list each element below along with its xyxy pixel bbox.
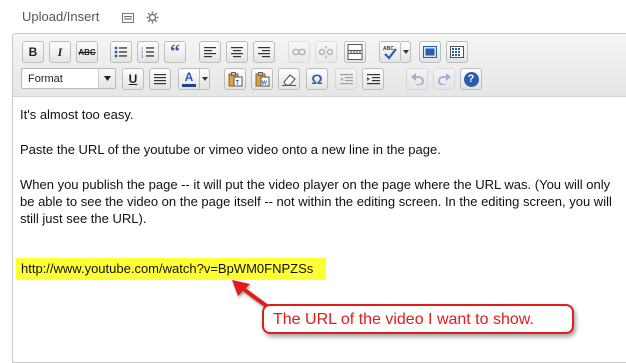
- numbered-list-icon: 123: [141, 46, 154, 59]
- format-select[interactable]: Format: [21, 68, 116, 89]
- svg-text:3: 3: [141, 54, 144, 59]
- paste-text-button[interactable]: T: [224, 68, 246, 90]
- help-button[interactable]: ?: [460, 68, 482, 90]
- help-icon: ?: [463, 71, 479, 87]
- outdent-button[interactable]: [335, 68, 357, 90]
- gear-icon[interactable]: [146, 11, 159, 24]
- align-right-button[interactable]: [253, 41, 275, 63]
- media-icon[interactable]: [122, 11, 134, 23]
- editor-content[interactable]: It's almost too easy. Paste the URL of t…: [20, 106, 620, 245]
- fullscreen-icon: [423, 46, 437, 58]
- paragraph-publish-note: When you publish the page -- it will put…: [20, 177, 612, 226]
- bullet-list-icon: [114, 46, 127, 58]
- svg-text:ABC: ABC: [383, 46, 394, 52]
- link-icon: [292, 48, 306, 56]
- callout-text: The URL of the video I want to show.: [273, 311, 534, 328]
- upload-insert-label: Upload/Insert: [22, 9, 100, 24]
- format-select-value: Format: [28, 73, 63, 85]
- align-center-icon: [231, 46, 243, 57]
- paragraph-instruction: Paste the URL of the youtube or vimeo vi…: [20, 142, 441, 157]
- kitchen-sink-icon: [450, 46, 464, 58]
- spellcheck-button[interactable]: ABC: [379, 41, 401, 63]
- justify-button[interactable]: [149, 68, 171, 90]
- bullet-list-button[interactable]: [110, 41, 132, 63]
- chevron-down-icon: [201, 77, 208, 81]
- chevron-down-icon: [402, 50, 409, 54]
- spellcheck-icon: ABC: [383, 46, 397, 60]
- redo-button[interactable]: [433, 68, 455, 90]
- indent-icon: [366, 73, 380, 84]
- paste-word-button[interactable]: W: [251, 68, 273, 90]
- outdent-icon: [339, 73, 353, 84]
- blockquote-button[interactable]: “: [164, 41, 186, 63]
- paste-word-icon: W: [255, 71, 269, 86]
- upload-insert-bar: Upload/Insert: [0, 0, 626, 32]
- align-center-button[interactable]: [226, 41, 248, 63]
- insert-more-button[interactable]: [344, 41, 366, 63]
- text-color-swatch: [182, 84, 196, 87]
- svg-text:T: T: [235, 80, 239, 86]
- editor-toolbar: B I ABC 123 “ ABC Format U A T W Ω ?: [13, 34, 626, 97]
- help-label: ?: [467, 73, 475, 85]
- svg-text:W: W: [261, 80, 267, 86]
- numbered-list-button[interactable]: 123: [137, 41, 159, 63]
- align-left-icon: [204, 46, 216, 57]
- underline-button[interactable]: U: [122, 68, 144, 90]
- eraser-icon: [282, 73, 296, 86]
- redo-icon: [437, 73, 451, 85]
- remove-format-button[interactable]: [278, 68, 300, 90]
- video-url[interactable]: http://www.youtube.com/watch?v=BpWM0FNPZ…: [21, 261, 313, 276]
- text-color-label: A: [184, 70, 194, 84]
- align-right-icon: [258, 46, 270, 57]
- text-color-dropdown[interactable]: [200, 68, 210, 90]
- paste-text-icon: T: [228, 71, 242, 86]
- align-left-button[interactable]: [199, 41, 221, 63]
- more-tag-icon: [347, 44, 363, 60]
- annotation-callout: The URL of the video I want to show.: [262, 304, 574, 334]
- paragraph-intro: It's almost too easy.: [20, 107, 134, 122]
- kitchen-sink-button[interactable]: [446, 41, 468, 63]
- bold-button[interactable]: B: [22, 41, 44, 63]
- unlink-icon: [319, 46, 333, 58]
- undo-button[interactable]: [406, 68, 428, 90]
- italic-button[interactable]: I: [49, 41, 71, 63]
- justify-icon: [154, 73, 166, 84]
- spellcheck-dropdown[interactable]: [401, 41, 411, 63]
- strikethrough-button[interactable]: ABC: [76, 41, 98, 63]
- fullscreen-button[interactable]: [419, 41, 441, 63]
- insert-link-button[interactable]: [288, 41, 310, 63]
- text-color-button[interactable]: A: [178, 68, 200, 90]
- special-char-button[interactable]: Ω: [306, 68, 328, 90]
- unlink-button[interactable]: [315, 41, 337, 63]
- indent-button[interactable]: [362, 68, 384, 90]
- chevron-down-icon: [98, 69, 115, 88]
- undo-icon: [410, 73, 424, 85]
